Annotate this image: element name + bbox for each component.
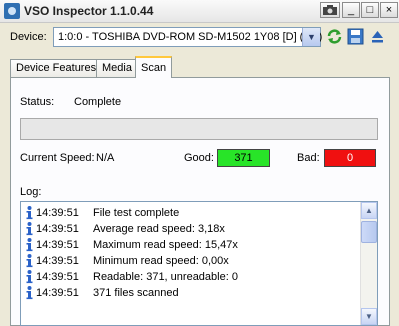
log-message: Readable: 371, unreadable: 0 xyxy=(93,271,238,283)
eject-icon[interactable] xyxy=(369,28,386,45)
log-entry[interactable]: 14:39:51 Readable: 371, unreadable: 0 xyxy=(21,269,361,285)
log-time: 14:39:51 xyxy=(36,271,79,283)
app-icon xyxy=(4,3,20,19)
tab-scan[interactable]: Scan xyxy=(135,56,173,78)
refresh-icon[interactable] xyxy=(326,28,343,45)
log-message: 371 files scanned xyxy=(93,287,179,299)
log-scrollbar[interactable]: ▲ ▼ xyxy=(360,202,377,325)
tab-media[interactable]: Media xyxy=(96,59,138,77)
chevron-down-icon[interactable]: ▼ xyxy=(302,28,320,46)
device-label: Device: xyxy=(10,31,47,43)
log-label: Log: xyxy=(20,186,42,198)
log-time: 14:39:51 xyxy=(36,287,79,299)
minimize-button[interactable]: _ xyxy=(342,2,360,18)
bad-label: Bad: xyxy=(297,152,320,164)
close-button[interactable]: × xyxy=(380,2,398,18)
log-message: File test complete xyxy=(93,207,180,219)
app-window: VSO Inspector 1.1.0.44 _ □ × Device: 1:0… xyxy=(0,0,399,326)
device-select-value: 1:0:0 - TOSHIBA DVD-ROM SD-M1502 1Y08 [D… xyxy=(58,31,323,43)
current-speed-label: Current Speed: xyxy=(20,152,95,164)
info-icon xyxy=(23,221,36,236)
log-time: 14:39:51 xyxy=(36,255,79,267)
info-icon xyxy=(23,205,36,220)
log-time: 14:39:51 xyxy=(36,207,79,219)
log-time: 14:39:51 xyxy=(36,239,79,251)
title-bar[interactable]: VSO Inspector 1.1.0.44 _ □ × xyxy=(0,0,399,23)
log-time: 14:39:51 xyxy=(36,223,79,235)
scroll-down-arrow[interactable]: ▼ xyxy=(361,308,377,325)
good-label: Good: xyxy=(184,152,214,164)
status-label: Status: xyxy=(20,96,55,108)
log-message: Maximum read speed: 15,47x xyxy=(93,239,238,251)
device-select[interactable]: 1:0:0 - TOSHIBA DVD-ROM SD-M1502 1Y08 [D… xyxy=(53,27,323,47)
log-entry[interactable]: 14:39:51 Minimum read speed: 0,00x xyxy=(21,253,361,269)
info-icon xyxy=(23,253,36,268)
scan-progress-bar xyxy=(20,118,378,140)
good-count: 371 xyxy=(217,149,270,167)
tab-device-features[interactable]: Device Features xyxy=(10,59,103,77)
info-icon xyxy=(23,285,36,300)
log-list[interactable]: 14:39:51 File test complete 14:39:51 Ave… xyxy=(20,201,378,326)
current-speed-value: N/A xyxy=(96,152,115,164)
info-icon xyxy=(23,237,36,252)
save-icon[interactable] xyxy=(347,28,364,45)
status-value: Complete xyxy=(74,96,122,108)
log-message: Average read speed: 3,18x xyxy=(93,223,225,235)
log-entry[interactable]: 14:39:51 371 files scanned xyxy=(21,285,361,301)
scroll-thumb[interactable] xyxy=(361,221,377,243)
camera-icon[interactable] xyxy=(320,2,340,18)
scroll-up-arrow[interactable]: ▲ xyxy=(361,202,377,219)
window-title: VSO Inspector 1.1.0.44 xyxy=(24,4,154,18)
log-message: Minimum read speed: 0,00x xyxy=(93,255,229,267)
log-entry[interactable]: 14:39:51 Maximum read speed: 15,47x xyxy=(21,237,361,253)
log-entry[interactable]: 14:39:51 File test complete xyxy=(21,205,361,221)
bad-count: 0 xyxy=(324,149,376,167)
info-icon xyxy=(23,269,36,284)
log-entry[interactable]: 14:39:51 Average read speed: 3,18x xyxy=(21,221,361,237)
maximize-button[interactable]: □ xyxy=(361,2,379,18)
